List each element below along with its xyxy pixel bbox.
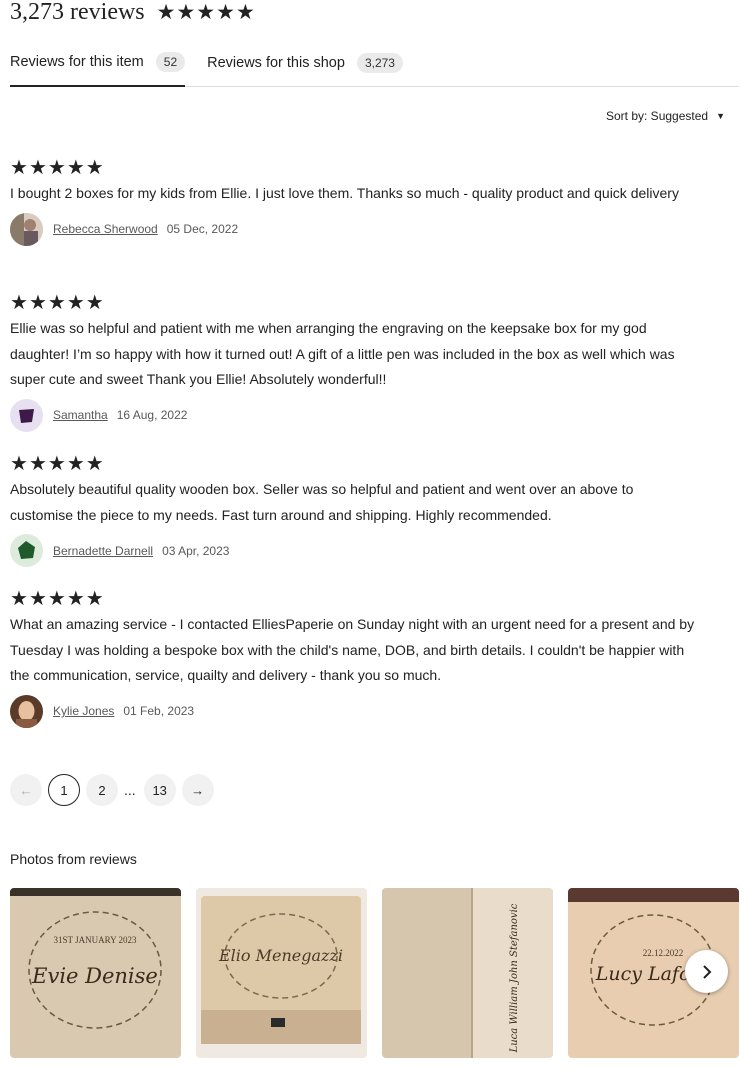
star-icon: ★ [235,1,255,24]
review-author-link[interactable]: Rebecca Sherwood [53,222,158,236]
star-icon: ★ [85,157,104,179]
star-icon: ★ [176,1,196,24]
count-badge: 52 [155,52,186,72]
star-icon: ★ [47,453,66,475]
review-stars: ★ ★ ★ ★ ★ [10,158,700,178]
review-tabs: Reviews for this item 52 Reviews for thi… [10,44,739,87]
star-icon: ★ [66,292,85,314]
review-photo[interactable]: 31ST JANUARY 2023 Evie Denise [10,888,181,1058]
sort-label: Sort by: Suggested [606,109,709,123]
prev-page-button[interactable]: ← [10,774,42,806]
star-icon: ★ [196,1,216,24]
photo-name-text: Luca William John Stefanovic [509,903,520,1053]
photo-name-text: Evie Denise [31,964,158,988]
review-item: ★ ★ ★ ★ ★ What an amazing service - I contac… [10,589,700,728]
photo-date-text: 22.12.2022 [643,948,684,958]
review-stars: ★ ★ ★ ★ ★ [10,454,700,474]
caret-down-icon: ▼ [716,111,725,121]
photos-section-title: Photos from reviews [10,851,137,867]
review-text: Ellie was so helpful and patient with me… [10,320,675,387]
page-2-button[interactable]: 2 [86,774,118,806]
star-icon: ★ [66,453,85,475]
review-text: What an amazing service - I contacted El… [10,616,695,683]
review-author-link[interactable]: Samantha [53,408,108,422]
star-icon: ★ [47,588,66,610]
star-icon: ★ [85,453,104,475]
star-icon: ★ [10,157,28,179]
pagination-ellipsis: ... [124,782,136,798]
avatar[interactable] [10,212,43,246]
star-icon: ★ [156,1,176,24]
avatar[interactable] [10,534,43,567]
reviews-header: 3,273 reviews ★ ★ ★ ★ ★ [10,0,255,26]
review-photo[interactable]: Elio Menegazzi [196,888,367,1058]
review-date: 16 Aug, 2022 [116,408,188,422]
star-icon: ★ [28,157,47,179]
star-icon: ★ [10,453,28,475]
star-icon: ★ [10,588,28,610]
review-stars: ★ ★ ★ ★ ★ [10,293,700,313]
review-text: Absolutely beautiful quality wooden box.… [10,481,634,523]
next-photos-button[interactable] [685,950,728,993]
star-icon: ★ [85,588,104,610]
star-icon: ★ [85,292,104,314]
review-photo[interactable]: Luca William John Stefanovic [382,888,553,1058]
photo-date-text: 31ST JANUARY 2023 [53,935,137,945]
review-date: 01 Feb, 2023 [123,704,195,718]
page-13-button[interactable]: 13 [143,774,176,806]
review-author-link[interactable]: Kylie Jones [53,704,114,718]
star-icon: ★ [47,157,66,179]
star-icon: ★ [28,588,47,610]
next-page-button[interactable]: → [181,774,214,806]
tab-reviews-for-shop[interactable]: Reviews for this shop 3,273 [207,44,403,82]
star-icon: ★ [28,453,47,475]
tab-label: Reviews for this shop [207,55,345,71]
star-icon: ★ [10,292,28,314]
star-icon: ★ [66,588,85,610]
review-stars: ★ ★ ★ ★ ★ [10,589,700,609]
review-item: ★ ★ ★ ★ ★ I bought 2 boxes for my kids from … [10,158,700,246]
star-icon: ★ [66,157,85,179]
pagination: ← 1 2 ... 13 → [10,774,220,806]
review-date: 03 Apr, 2023 [162,543,230,558]
overall-rating-stars: ★ ★ ★ ★ ★ [156,1,255,24]
star-icon: ★ [216,1,235,24]
count-badge: 3,273 [356,53,403,73]
review-count: 3,273 reviews [10,0,145,25]
tab-reviews-for-item[interactable]: Reviews for this item 52 [10,44,186,87]
chevron-right-icon [702,964,711,979]
tab-label: Reviews for this item [10,54,144,70]
page-1-button[interactable]: 1 [48,774,80,806]
sort-dropdown[interactable]: Sort by: Suggested ▼ [606,109,725,123]
review-date: 05 Dec, 2022 [166,222,239,236]
review-text: I bought 2 boxes for my kids from Ellie.… [10,185,679,201]
photo-name-text: Elio Menegazzi [218,946,343,965]
star-icon: ★ [28,292,47,314]
avatar[interactable] [10,694,43,728]
review-item: ★ ★ ★ ★ ★ Absolutely beautiful quality woode… [10,454,700,567]
review-item: ★ ★ ★ ★ ★ Ellie was so helpful and patient w… [10,293,700,432]
review-author-link[interactable]: Bernadette Darnell [53,544,153,558]
avatar[interactable] [10,398,43,432]
star-icon: ★ [47,292,66,314]
